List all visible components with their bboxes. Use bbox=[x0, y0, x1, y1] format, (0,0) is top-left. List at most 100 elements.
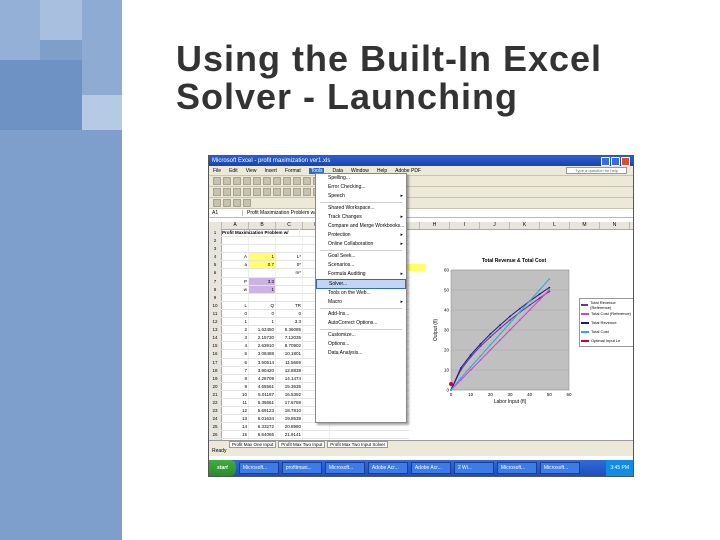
toolbar-button-icon[interactable] bbox=[213, 188, 221, 196]
cell[interactable]: 18.7810 bbox=[276, 407, 303, 415]
column-header[interactable]: L bbox=[540, 222, 570, 229]
row-number[interactable]: 20 bbox=[209, 382, 222, 390]
row-number[interactable]: 8 bbox=[209, 285, 222, 293]
cell[interactable] bbox=[222, 245, 249, 253]
cell[interactable]: 5.35661 bbox=[249, 398, 276, 407]
toolbar-button-icon[interactable] bbox=[283, 177, 291, 185]
toolbar-button-icon[interactable] bbox=[263, 188, 271, 196]
tools-menu-item[interactable]: AutoCorrect Options... bbox=[316, 319, 406, 328]
taskbar-item[interactable]: Adobe Acr... bbox=[410, 462, 451, 474]
tools-menu-item[interactable]: Solver... bbox=[316, 279, 406, 289]
row-number[interactable]: 1 bbox=[209, 229, 222, 237]
row-number[interactable]: 17 bbox=[209, 358, 222, 366]
row-number[interactable]: 26 bbox=[209, 431, 222, 439]
cell[interactable]: 3.3 bbox=[249, 277, 276, 285]
sheet-tab[interactable]: Profit Max Two Input bbox=[278, 441, 326, 448]
toolbar-button-icon[interactable] bbox=[273, 188, 281, 196]
cell[interactable]: Q bbox=[249, 301, 276, 309]
cell[interactable] bbox=[222, 237, 249, 245]
cell[interactable]: 5 bbox=[222, 350, 249, 358]
cell[interactable]: 1.62450 bbox=[249, 326, 276, 334]
cell[interactable]: 1 bbox=[249, 285, 276, 293]
minimize-icon[interactable] bbox=[601, 156, 610, 166]
toolbar-button-icon[interactable] bbox=[213, 177, 221, 185]
tools-menu-item[interactable]: Error Checking... bbox=[316, 183, 406, 192]
row-number[interactable]: 3 bbox=[209, 245, 222, 253]
cell[interactable] bbox=[276, 293, 303, 301]
cell[interactable]: 15 bbox=[222, 431, 249, 439]
cell[interactable] bbox=[249, 245, 276, 253]
toolbar-button-icon[interactable] bbox=[273, 177, 281, 185]
toolbar-button-icon[interactable] bbox=[243, 188, 251, 196]
row-number[interactable]: 25 bbox=[209, 423, 222, 431]
cell[interactable]: 16.5392 bbox=[276, 390, 303, 398]
cell[interactable]: 0* bbox=[276, 261, 303, 269]
toolbar-button-icon[interactable] bbox=[303, 177, 311, 185]
cell[interactable] bbox=[276, 237, 303, 245]
toolbar-button-icon[interactable] bbox=[263, 177, 271, 185]
toolbar-button-icon[interactable] bbox=[223, 188, 231, 196]
tools-menu-item[interactable]: Customize... bbox=[316, 331, 406, 340]
cell[interactable]: 2.15730 bbox=[249, 334, 276, 342]
row-number[interactable]: 6 bbox=[209, 269, 222, 277]
cell[interactable]: 3.90420 bbox=[249, 366, 276, 374]
cell[interactable]: 6 bbox=[222, 358, 249, 366]
menu-edit[interactable]: Edit bbox=[229, 168, 238, 174]
row-number[interactable]: 21 bbox=[209, 390, 222, 398]
tools-menu-item[interactable]: Speech ▸ bbox=[316, 192, 406, 201]
cell[interactable]: 11.5669 bbox=[276, 358, 303, 366]
tools-menu-item[interactable]: Protection ▸ bbox=[316, 231, 406, 240]
toolbar-button-icon[interactable] bbox=[243, 199, 251, 207]
cell[interactable]: 5.69123 bbox=[249, 407, 276, 415]
row-number[interactable]: 15 bbox=[209, 342, 222, 350]
toolbar-button-icon[interactable] bbox=[233, 188, 241, 196]
cell[interactable]: 19.8539 bbox=[276, 415, 303, 423]
cell[interactable] bbox=[276, 245, 303, 253]
start-button[interactable]: start bbox=[209, 460, 236, 476]
cell[interactable]: 20.8980 bbox=[276, 423, 303, 431]
cell[interactable]: 13 bbox=[222, 415, 249, 423]
cell[interactable]: 4.28709 bbox=[249, 374, 276, 382]
toolbar-button-icon[interactable] bbox=[223, 177, 231, 185]
column-header[interactable]: K bbox=[510, 222, 540, 229]
column-header[interactable]: B bbox=[249, 222, 276, 229]
cell[interactable]: 2.63910 bbox=[249, 342, 276, 350]
taskbar-item[interactable]: Microsoft... bbox=[324, 462, 365, 474]
cell[interactable]: TR bbox=[276, 301, 303, 309]
tools-menu-item[interactable]: Data Analysis... bbox=[316, 349, 406, 358]
tools-menu-item[interactable]: Macro ▸ bbox=[316, 298, 406, 307]
tools-menu-item[interactable]: Track Changes ▸ bbox=[316, 213, 406, 222]
cell[interactable]: 3.50514 bbox=[249, 358, 276, 366]
cell[interactable]: 14 bbox=[222, 423, 249, 431]
close-icon[interactable] bbox=[621, 156, 630, 166]
tools-menu-item[interactable]: Options... bbox=[316, 340, 406, 349]
column-header[interactable]: N bbox=[600, 222, 630, 229]
toolbar-button-icon[interactable] bbox=[253, 188, 261, 196]
cell[interactable] bbox=[276, 277, 303, 285]
cell[interactable]: 6.33272 bbox=[249, 423, 276, 431]
cell[interactable]: m* bbox=[276, 269, 303, 277]
cell[interactable]: 3.08488 bbox=[249, 350, 276, 358]
row-number[interactable]: 13 bbox=[209, 326, 222, 334]
cell[interactable]: 14.1474 bbox=[276, 374, 303, 382]
cell[interactable] bbox=[303, 423, 330, 431]
sheet-tab[interactable]: Profit Max One Input bbox=[229, 441, 277, 448]
row-number[interactable]: 14 bbox=[209, 334, 222, 342]
tools-menu-item[interactable]: Formula Auditing ▸ bbox=[316, 270, 406, 279]
menu-format[interactable]: Format bbox=[285, 168, 301, 174]
cell[interactable]: 0 bbox=[276, 309, 303, 318]
tools-menu-item[interactable]: Goal Seek... bbox=[316, 252, 406, 261]
cell[interactable]: 3 bbox=[222, 334, 249, 342]
cell[interactable] bbox=[249, 237, 276, 245]
cell[interactable]: 4.65561 bbox=[249, 382, 276, 390]
toolbar-button-icon[interactable] bbox=[233, 199, 241, 207]
cell[interactable] bbox=[276, 285, 303, 293]
menu-view[interactable]: View bbox=[246, 168, 257, 174]
sheet-tab[interactable]: Profit Max Two Input Solver bbox=[327, 441, 389, 448]
column-header[interactable]: C bbox=[276, 222, 303, 229]
row-number[interactable]: 9 bbox=[209, 293, 222, 301]
toolbar-button-icon[interactable] bbox=[303, 188, 311, 196]
cell[interactable]: L* bbox=[276, 253, 303, 261]
toolbar-button-icon[interactable] bbox=[213, 199, 221, 207]
cell[interactable]: 12.8838 bbox=[276, 366, 303, 374]
